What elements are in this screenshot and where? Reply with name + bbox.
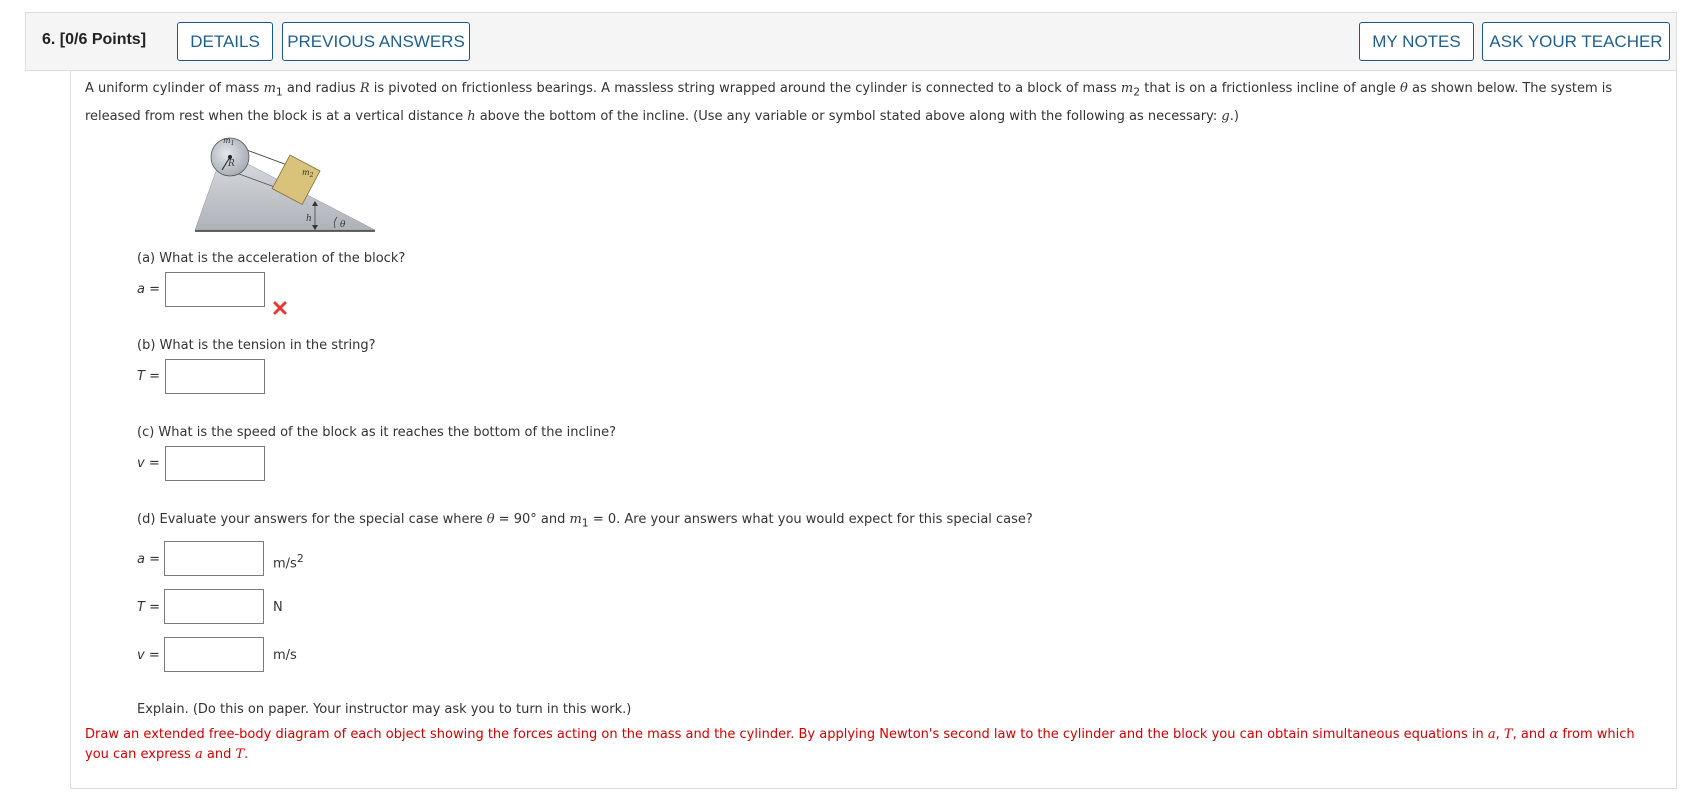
answer-b-input[interactable]	[165, 359, 265, 394]
part-c-question: (c) What is the speed of the block as it…	[137, 425, 616, 440]
answer-d-T-input[interactable]	[164, 589, 264, 624]
my-notes-button[interactable]: MY NOTES	[1359, 22, 1474, 61]
part-a-question: (a) What is the acceleration of the bloc…	[137, 251, 406, 266]
incline-figure: m1 R m2 h θ	[190, 135, 380, 239]
question-header: 6. [0/6 Points] DETAILS PREVIOUS ANSWERS…	[25, 12, 1677, 71]
part-d-a-label: a =	[137, 552, 160, 567]
answer-c-input[interactable]	[165, 446, 265, 481]
unit-speed: m/s	[273, 648, 297, 663]
part-a-label: a =	[137, 282, 160, 297]
problem-statement: A uniform cylinder of mass m1 and radius…	[85, 81, 1613, 124]
incline-diagram: m1 R m2 h θ	[194, 136, 376, 232]
part-b-question: (b) What is the tension in the string?	[137, 338, 376, 353]
question-number: 6.	[42, 31, 56, 48]
h-label: h	[306, 214, 312, 224]
part-c-label: v =	[137, 456, 160, 471]
explain-text: Explain. (Do this on paper. Your instruc…	[137, 702, 632, 717]
previous-answers-button[interactable]: PREVIOUS ANSWERS	[282, 22, 470, 61]
unit-tension: N	[273, 600, 283, 615]
answer-d-v-input[interactable]	[164, 637, 264, 672]
part-d-T-label: T =	[137, 600, 160, 615]
question-points: [0/6 Points]	[59, 31, 147, 48]
ask-your-teacher-button[interactable]: ASK YOUR TEACHER	[1482, 22, 1670, 61]
hint-text: Draw an extended free-body diagram of ea…	[85, 727, 1635, 762]
question-title: 6. [0/6 Points]	[42, 31, 146, 49]
part-b-label: T =	[137, 369, 160, 384]
answer-a-input[interactable]	[165, 272, 265, 307]
details-button[interactable]: DETAILS	[177, 22, 273, 61]
incorrect-icon	[273, 300, 287, 319]
R-label: R	[227, 159, 235, 169]
theta-label: θ	[340, 220, 346, 230]
unit-accel: m/s2	[273, 552, 304, 572]
answer-d-a-input[interactable]	[164, 541, 264, 576]
part-d-v-label: v =	[137, 648, 160, 663]
part-d-question: (d) Evaluate your answers for the specia…	[137, 512, 1033, 530]
